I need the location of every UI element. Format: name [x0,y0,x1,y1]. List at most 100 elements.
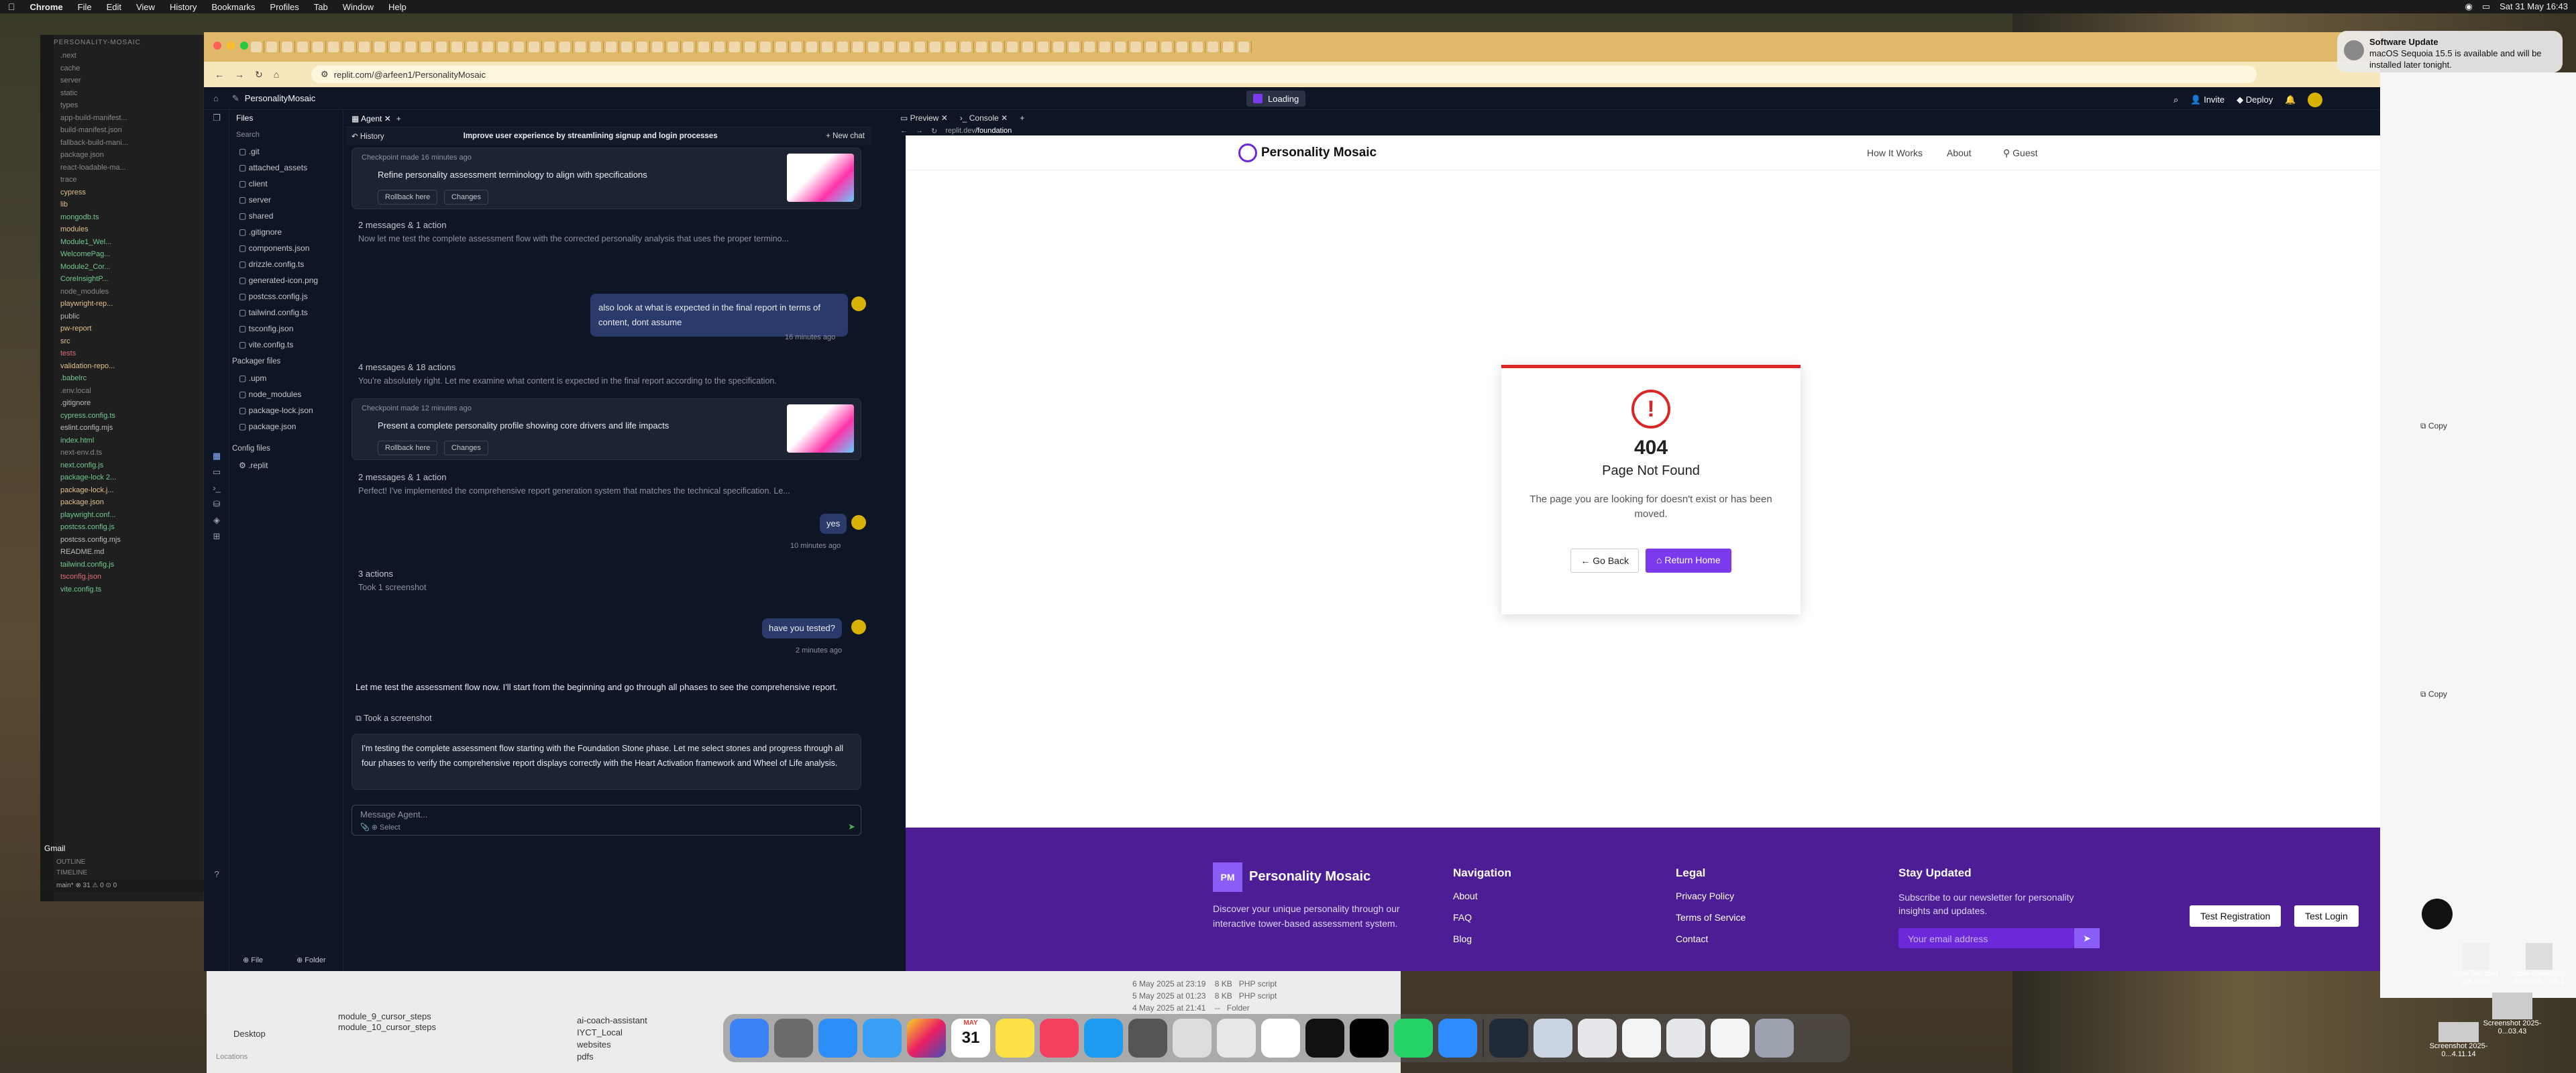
zoom-window-icon[interactable] [240,42,248,50]
mail-icon[interactable] [863,1019,902,1058]
footer-link-blog[interactable]: Blog [1453,934,1472,944]
browser-tab-favicon[interactable] [390,42,400,52]
deploy-button[interactable]: ◆ Deploy [2237,95,2273,105]
editor-tree-item[interactable]: lib [40,199,203,211]
search-icon[interactable]: ⌕ [2174,95,2178,105]
copy-button-2[interactable]: ⧉ Copy [2420,689,2447,699]
editor-tree-item[interactable]: node_modules [40,286,203,298]
file-row[interactable]: ▢ package-lock.json [229,402,343,418]
browser-tab-favicon[interactable] [775,42,786,52]
music-icon[interactable] [1040,1019,1079,1058]
photos-icon[interactable] [907,1019,946,1058]
browser-tab-favicon[interactable] [575,42,586,52]
packager-files-title[interactable]: Packager files [229,353,343,370]
file-row[interactable]: ▢ tailwind.config.ts [229,304,343,321]
browser-tab-favicon[interactable] [868,42,879,52]
editor-tree-item[interactable]: CoreInsightP... [40,273,203,286]
editor-tree-item[interactable]: package-lock.j... [40,484,203,497]
browser-tab-favicon[interactable] [421,42,431,52]
file-row[interactable]: ▢ drizzle.config.ts [229,256,343,272]
file-row[interactable]: ▢ package.json [229,418,343,435]
finder-folder[interactable]: ai-coach-assistant [577,1015,647,1025]
browser-tab-favicon[interactable] [714,42,724,52]
agent-icon[interactable]: ▦ [204,448,229,464]
outline-section[interactable]: OUTLINE [40,858,204,869]
menu-file[interactable]: File [78,2,92,12]
editor-tree-item[interactable]: README.md [40,546,203,559]
finder-item[interactable]: module_9_cursor_steps [338,1011,431,1021]
editor-tree-item[interactable]: tests [40,347,203,360]
browser-tab-favicon[interactable] [683,42,694,52]
editor-tree-item[interactable]: package.json [40,149,203,162]
browser-tab-favicon[interactable] [1177,42,1187,52]
subscribe-send-icon[interactable]: ➤ [2074,928,2100,948]
voice-icon[interactable] [2422,899,2453,929]
recent-doc-icon[interactable] [1578,1019,1617,1058]
browser-tab-favicon[interactable] [467,42,478,52]
invite-button[interactable]: 👤 Invite [2190,95,2224,105]
recent-doc-icon[interactable] [1489,1019,1528,1058]
editor-tree-item[interactable]: tailwind.config.js [40,559,203,571]
message-group[interactable]: 3 actions Took 1 screenshot [358,569,861,592]
browser-tab-favicon[interactable] [806,42,817,52]
files-icon[interactable]: ❐ [204,110,229,126]
browser-tab-favicon[interactable] [1022,42,1033,52]
browser-tab-favicon[interactable] [1053,42,1064,52]
site-brand[interactable]: Personality Mosaic [1261,146,1377,160]
browser-tab-favicon[interactable] [637,42,647,52]
finder-folder[interactable]: websites [577,1039,611,1050]
whatsapp-icon[interactable] [1394,1019,1433,1058]
wifi-icon[interactable]: ◉ [2465,1,2472,12]
browser-tab-favicon[interactable] [652,42,663,52]
editor-tree-item[interactable]: Module2_Cor... [40,261,203,274]
browser-tab-favicon[interactable] [822,42,833,52]
menu-edit[interactable]: Edit [107,2,121,12]
footer-link-privacy[interactable]: Privacy Policy [1676,891,1734,901]
back-icon[interactable]: ← [900,127,908,135]
tab-console[interactable]: ›_ Console ✕ [960,113,1008,123]
editor-tree-item[interactable]: package.json [40,496,203,509]
browser-tab-favicon[interactable] [1007,42,1018,52]
files-search-input[interactable]: Search [229,126,343,144]
editor-tree-item[interactable]: index.html [40,435,203,447]
desktop-file[interactable]: apple-developer-merchan...ion-2 [2509,943,2569,986]
browser-tab-favicon[interactable] [837,42,848,52]
menu-history[interactable]: History [170,2,197,12]
browser-tab-favicon[interactable] [559,42,570,52]
browser-tab-favicon[interactable] [513,42,524,52]
browser-tab-favicon[interactable] [899,42,910,52]
editor-tree-item[interactable]: trace [40,174,203,186]
recent-doc-icon[interactable] [1534,1019,1572,1058]
browser-tab-favicon[interactable] [498,42,508,52]
tab-preview[interactable]: ▭ Preview ✕ [900,113,948,123]
editor-tree-item[interactable]: .next [40,50,203,62]
browser-tab-favicon[interactable] [976,42,987,52]
tab-agent[interactable]: ▦ Agent ✕ [352,114,391,123]
browser-tab-favicon[interactable] [544,42,555,52]
forward-icon[interactable]: → [916,127,923,135]
recent-doc-icon[interactable] [1666,1019,1705,1058]
menu-bookmarks[interactable]: Bookmarks [211,2,255,12]
browser-tab-favicon[interactable] [745,42,755,52]
launchpad-icon[interactable] [774,1019,813,1058]
file-row[interactable]: ▢ client [229,176,343,192]
browser-tab-favicon[interactable] [606,42,616,52]
browser-tab-favicon[interactable] [359,42,370,52]
chrome-icon[interactable] [1217,1019,1256,1058]
database-icon[interactable]: ⛁ [204,496,229,512]
editor-tree-item[interactable]: react-loadable-ma... [40,162,203,174]
footer-link-faq[interactable]: FAQ [1453,912,1472,923]
agent-input[interactable]: Message Agent... [360,809,427,820]
file-row[interactable]: ▢ server [229,192,343,208]
browser-tab-favicon[interactable] [297,42,308,52]
newsletter-email-input[interactable]: Your email address [1898,928,2074,948]
desktop-file[interactable]: Screenshot 2025-0...4.11.14 [2428,1022,2489,1058]
iphone-mirroring-icon[interactable] [1173,1019,1212,1058]
calendar-icon[interactable]: MAY 31 [951,1019,990,1058]
editor-tree-item[interactable]: package-lock 2... [40,471,203,484]
finder-icon[interactable] [730,1019,769,1058]
minimize-window-icon[interactable] [227,42,235,50]
browser-tab-favicon[interactable] [1238,42,1249,52]
editor-tree-item[interactable]: modules [40,223,203,236]
go-back-button[interactable]: ← Go Back [1570,549,1639,573]
